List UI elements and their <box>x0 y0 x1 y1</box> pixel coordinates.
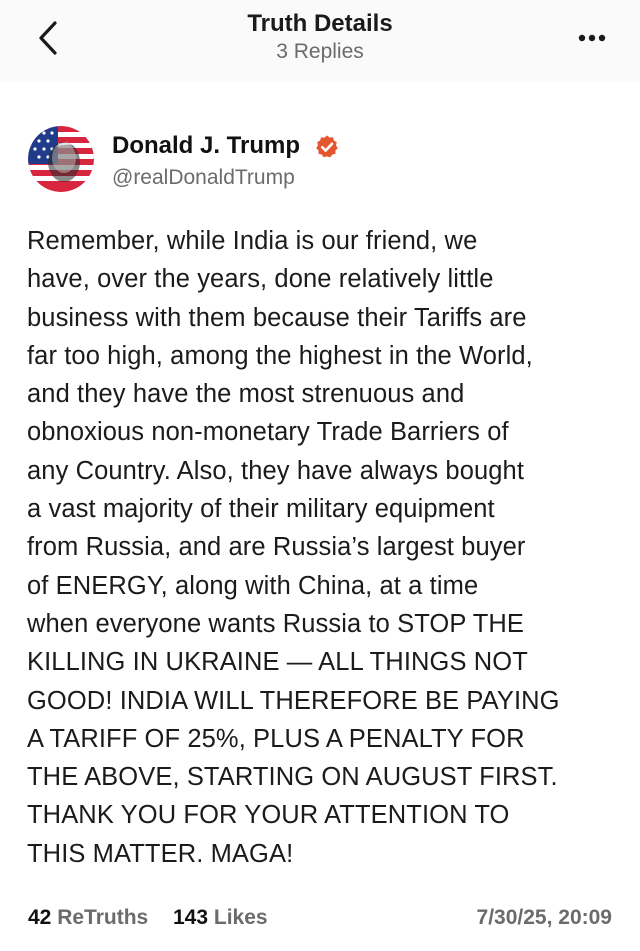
likes-stat[interactable]: 143 Likes <box>173 906 268 930</box>
post-text: Remember, while India is our friend, we … <box>27 227 560 868</box>
more-button[interactable] <box>572 24 612 52</box>
truth-details-page: Truth Details 3 Replies Donald J. Trump … <box>0 0 640 951</box>
top-bar: Truth Details 3 Replies <box>0 0 640 82</box>
verified-badge-icon <box>316 135 338 158</box>
avatar[interactable] <box>28 126 94 192</box>
ellipsis-icon <box>578 34 606 42</box>
likes-count: 143 <box>173 906 209 929</box>
author-handle[interactable]: @realDonaldTrump <box>112 166 295 190</box>
page-title: Truth Details <box>247 10 393 37</box>
replies-count[interactable]: 3 Replies <box>0 40 640 64</box>
post-stats: 42 ReTruths 143 Likes 7/30/25, 20:09 <box>28 906 614 938</box>
retruths-count: 42 <box>28 906 52 929</box>
author-block: Donald J. Trump @realDonaldTrump <box>28 126 608 192</box>
likes-label: Likes <box>213 906 268 929</box>
retruths-stat[interactable]: 42 ReTruths <box>28 906 148 930</box>
author-name[interactable]: Donald J. Trump <box>112 132 300 160</box>
avatar-image <box>28 126 94 192</box>
retruths-label: ReTruths <box>57 906 149 929</box>
post-timestamp: 7/30/25, 20:09 <box>476 906 612 929</box>
